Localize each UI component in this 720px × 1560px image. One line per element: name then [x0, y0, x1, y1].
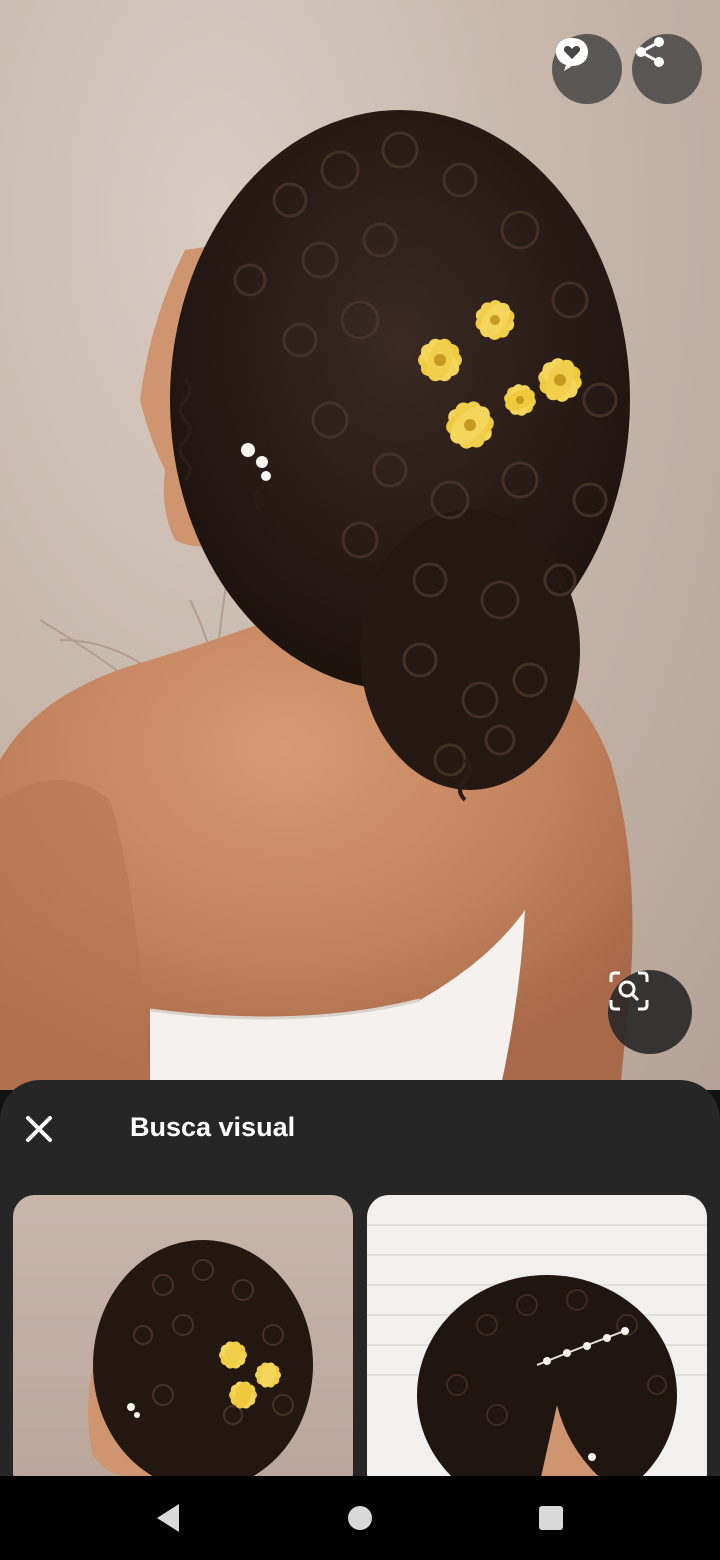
nav-recents-button[interactable]	[533, 1500, 569, 1536]
sheet-header: Busca visual	[0, 1080, 720, 1180]
close-icon	[26, 1116, 52, 1142]
home-circle-icon	[348, 1506, 372, 1530]
visual-search-icon	[609, 971, 649, 1011]
nav-back-button[interactable]	[150, 1500, 186, 1536]
result-card[interactable]	[13, 1195, 353, 1480]
close-button[interactable]	[14, 1104, 64, 1154]
back-triangle-icon	[157, 1504, 179, 1532]
nav-home-button[interactable]	[342, 1500, 378, 1536]
curly-updo-yellow-flowers-photo	[88, 1240, 313, 1480]
system-nav-bar	[0, 1476, 720, 1560]
comment-heart-icon	[556, 38, 588, 71]
hero-photo-illustration	[0, 110, 633, 1090]
result-card[interactable]	[367, 1195, 707, 1480]
visual-search-button[interactable]	[608, 970, 692, 1054]
visual-search-sheet: Busca visual	[0, 1080, 720, 1480]
share-icon	[636, 37, 664, 67]
sheet-title: Busca visual	[130, 1112, 296, 1142]
recents-square-icon	[539, 1506, 563, 1530]
hero-photo[interactable]	[0, 0, 720, 1090]
comment-button[interactable]	[552, 34, 622, 104]
share-button[interactable]	[632, 34, 702, 104]
curly-updo-pearl-headpiece-photo	[367, 1224, 707, 1480]
